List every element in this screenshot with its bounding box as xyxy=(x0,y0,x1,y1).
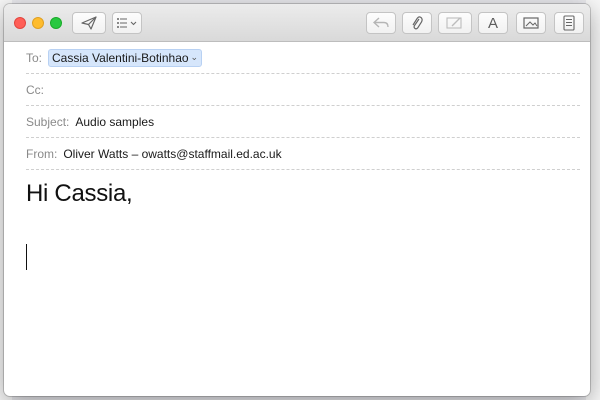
toolbar: A xyxy=(4,4,590,42)
subject-input[interactable]: Audio samples xyxy=(75,115,154,129)
from-field-row[interactable]: From: Oliver Watts – owatts@staffmail.ed… xyxy=(26,138,580,170)
zoom-window-button[interactable] xyxy=(50,17,62,29)
minimize-window-button[interactable] xyxy=(32,17,44,29)
document-button[interactable] xyxy=(554,12,584,34)
subject-label: Subject: xyxy=(26,114,70,129)
list-icon xyxy=(116,17,138,29)
send-button[interactable] xyxy=(72,12,106,34)
body-greeting: Hi Cassia, xyxy=(26,180,133,207)
header-fields-button[interactable] xyxy=(112,12,142,34)
cc-field-row[interactable]: Cc: xyxy=(26,74,580,106)
cc-label: Cc: xyxy=(26,82,44,97)
reply-arrow-icon xyxy=(373,17,389,29)
recipient-token[interactable]: Cassia Valentini-Botinhao ⌄ xyxy=(48,48,203,67)
compose-window: A To: Cassia Valentini-Botinhao ⌄ Cc: Su… xyxy=(4,4,590,396)
close-window-button[interactable] xyxy=(14,17,26,29)
text-cursor xyxy=(26,244,27,270)
format-letter: A xyxy=(487,14,498,32)
markup-icon xyxy=(446,16,464,30)
recipient-name: Cassia Valentini-Botinhao xyxy=(52,50,189,65)
to-label: To: xyxy=(26,50,43,65)
from-label: From: xyxy=(26,146,58,161)
subject-field-row[interactable]: Subject: Audio samples xyxy=(26,106,580,138)
message-body[interactable]: Hi Cassia, xyxy=(26,180,580,386)
to-field-row[interactable]: To: Cassia Valentini-Botinhao ⌄ xyxy=(26,42,580,74)
reply-button[interactable] xyxy=(366,12,396,34)
chevron-down-icon[interactable]: ⌄ xyxy=(191,52,199,63)
attach-button[interactable] xyxy=(402,12,432,34)
paperclip-icon xyxy=(411,15,423,31)
document-icon xyxy=(563,15,575,31)
paper-plane-icon xyxy=(81,16,97,30)
markup-button[interactable] xyxy=(438,12,472,34)
format-button[interactable]: A xyxy=(478,12,508,34)
from-select[interactable]: Oliver Watts – owatts@staffmail.ed.ac.uk xyxy=(63,147,281,161)
photo-browser-icon xyxy=(523,16,539,30)
photo-browser-button[interactable] xyxy=(516,12,546,34)
